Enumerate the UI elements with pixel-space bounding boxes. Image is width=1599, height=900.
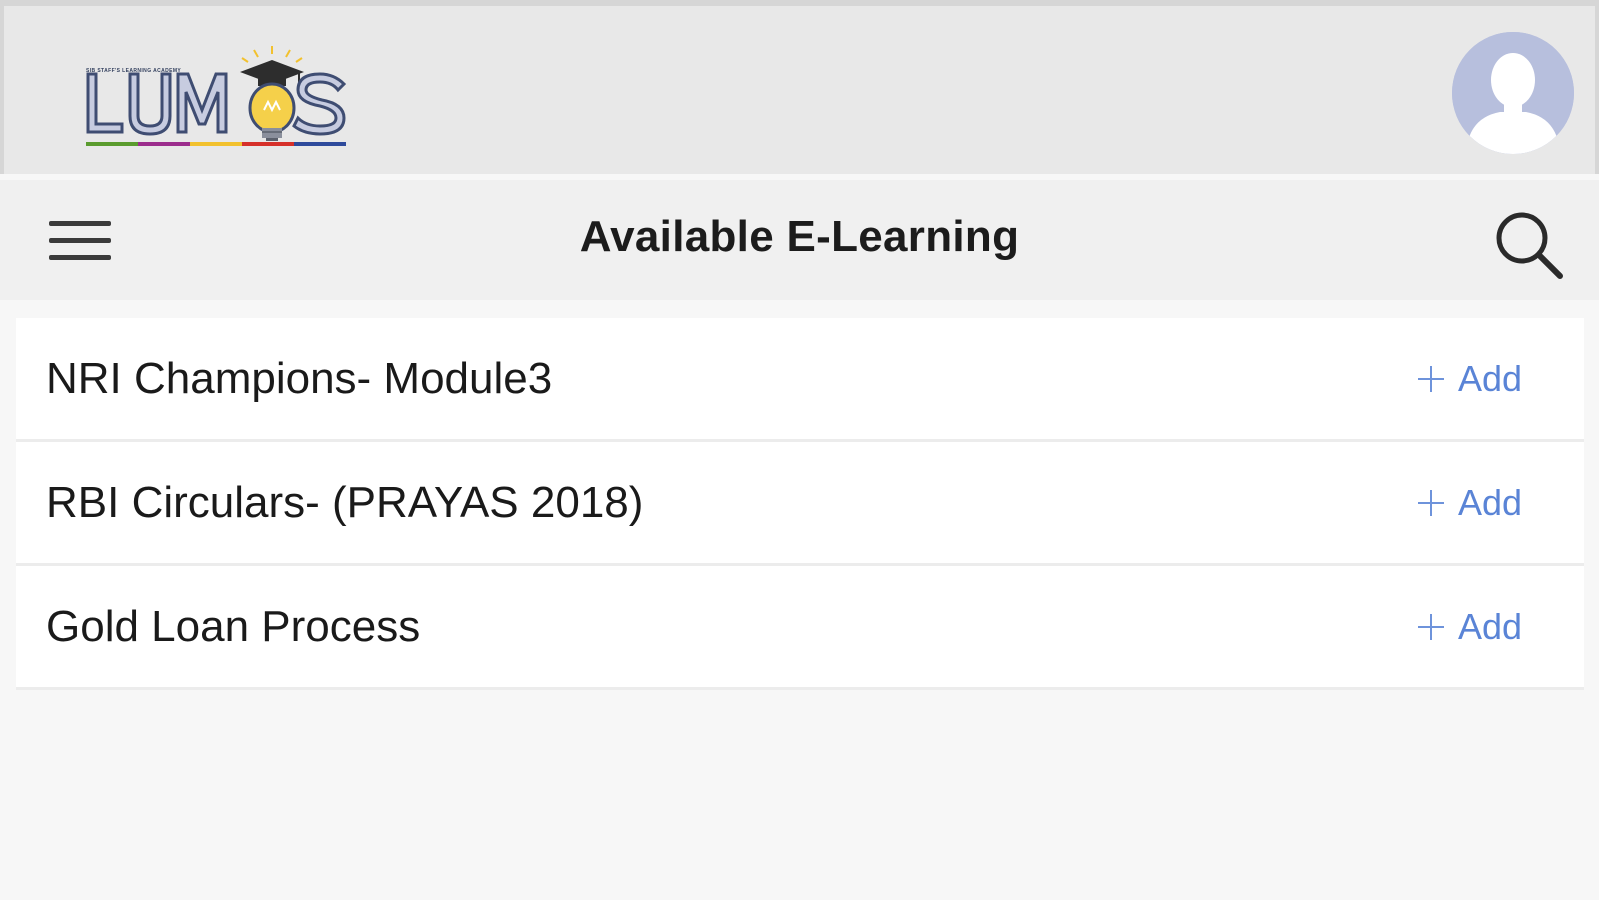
course-title: Gold Loan Process xyxy=(46,602,421,651)
plus-icon xyxy=(1417,490,1444,516)
lumos-logo: SIB STAFF'S LEARNING ACADEMY xyxy=(82,40,352,152)
nav-bar: Available E-Learning xyxy=(0,180,1599,300)
list-item[interactable]: Gold Loan Process Add xyxy=(16,566,1584,690)
list-item[interactable]: RBI Circulars- (PRAYAS 2018) Add xyxy=(16,442,1584,566)
add-label: Add xyxy=(1457,482,1522,523)
brand-header: SIB STAFF'S LEARNING ACADEMY xyxy=(0,0,1599,174)
user-avatar-icon[interactable] xyxy=(1452,32,1574,154)
course-list: NRI Champions- Module3 Add RBI Circulars… xyxy=(16,318,1584,690)
page-title: Available E-Learning xyxy=(579,212,1020,261)
logo-stripe xyxy=(86,142,346,146)
search-icon[interactable] xyxy=(1494,210,1570,286)
add-button[interactable]: Add xyxy=(1417,354,1522,404)
logo-tagline: SIB STAFF'S LEARNING ACADEMY xyxy=(86,68,182,74)
course-title: NRI Champions- Module3 xyxy=(46,354,553,403)
add-button[interactable]: Add xyxy=(1417,478,1522,528)
app-screen: SIB STAFF'S LEARNING ACADEMY Available E… xyxy=(0,0,1599,900)
add-button[interactable]: Add xyxy=(1417,602,1522,652)
add-label: Add xyxy=(1457,606,1522,647)
plus-icon xyxy=(1417,366,1444,392)
add-label: Add xyxy=(1457,358,1522,399)
plus-icon xyxy=(1417,614,1444,640)
list-item[interactable]: NRI Champions- Module3 Add xyxy=(16,318,1584,442)
course-title: RBI Circulars- (PRAYAS 2018) xyxy=(46,478,644,527)
